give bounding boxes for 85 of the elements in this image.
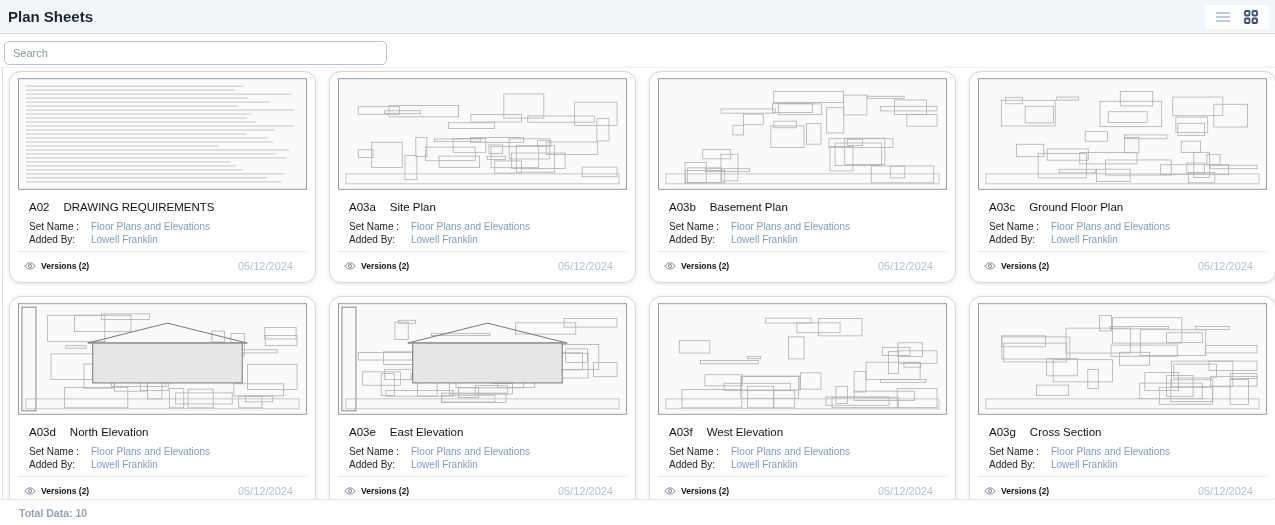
field-label: Set Name : xyxy=(349,446,401,457)
sheet-name: East Elevation xyxy=(389,426,464,438)
sheet-card[interactable]: A03d North Elevation Set Name : Floor Plans and Elevations Added By: Lowell Franklin Versions (2) 05/12/2024 xyxy=(9,296,316,499)
sheet-name: Site Plan xyxy=(389,201,436,213)
sheet-date: 05/12/2024 xyxy=(877,260,933,272)
field-label: Set Name : xyxy=(669,221,721,232)
versions-link[interactable]: Versions (2) xyxy=(681,261,730,271)
added-by-name: Lowell Franklin xyxy=(91,459,159,470)
sheet-card[interactable]: A03e East Elevation Set Name : Floor Plans and Elevations Added By: Lowell Franklin Versions (2) 05/12/2024 xyxy=(329,296,636,499)
sheet-card[interactable]: A03c Ground Floor Plan Set Name : Floor Plans and Elevations Added By: Lowell Franklin Versions (2) 05/12/2024 xyxy=(969,71,1275,283)
sheet-code: A03c xyxy=(989,201,1016,213)
versions-link[interactable]: Versions (2) xyxy=(361,486,410,496)
sheet-code: A03e xyxy=(349,426,376,438)
sheet-name: North Elevation xyxy=(69,426,149,438)
sheet-date: 05/12/2024 xyxy=(557,260,613,272)
field-label: Added By: xyxy=(349,234,397,245)
versions-link[interactable]: Versions (2) xyxy=(41,261,90,271)
sheet-date: 05/12/2024 xyxy=(237,485,293,497)
set-name: Floor Plans and Elevations xyxy=(91,446,211,457)
sheet-name: DRAWING REQUIREMENTS xyxy=(63,201,215,213)
versions-link[interactable]: Versions (2) xyxy=(1001,261,1050,271)
sheet-code: A03f xyxy=(669,426,693,438)
field-label: Set Name : xyxy=(29,221,81,232)
sheet-name: West Elevation xyxy=(706,426,784,438)
sheet-card[interactable]: A03f West Elevation Set Name : Floor Plans and Elevations Added By: Lowell Franklin Versions (2) 05/12/2024 xyxy=(649,296,956,499)
added-by-name: Lowell Franklin xyxy=(411,234,479,245)
search-field[interactable]: Search xyxy=(4,41,387,65)
added-by-name: Lowell Franklin xyxy=(1051,234,1119,245)
sheet-date: 05/12/2024 xyxy=(1197,260,1253,272)
sheet-card[interactable]: A03a Site Plan Set Name : Floor Plans and Elevations Added By: Lowell Franklin Versions (2) 05/12/2024 xyxy=(329,71,636,283)
eye-icon xyxy=(664,487,676,495)
versions-link[interactable]: Versions (2) xyxy=(361,261,410,271)
sheet-code: A02 xyxy=(29,201,50,213)
sheet-card[interactable]: A02 DRAWING REQUIREMENTS Set Name : Floor Plans and Elevations Added By: Lowell Franklin Versions (2) 05/12/2024 xyxy=(9,71,316,283)
set-name: Floor Plans and Elevations xyxy=(731,446,851,457)
sheet-code: A03a xyxy=(349,201,376,213)
sheet-date: 05/12/2024 xyxy=(557,485,613,497)
sheet-date: 05/12/2024 xyxy=(877,485,933,497)
set-name: Floor Plans and Elevations xyxy=(91,221,211,232)
sheet-card[interactable]: A03b Basement Plan Set Name : Floor Plans and Elevations Added By: Lowell Franklin Versions (2) 05/12/2024 xyxy=(649,71,956,283)
field-label: Added By: xyxy=(989,459,1037,470)
field-label: Added By: xyxy=(669,459,717,470)
set-name: Floor Plans and Elevations xyxy=(731,221,851,232)
eye-icon xyxy=(24,487,36,495)
sheet-code: A03b xyxy=(669,201,696,213)
added-by-name: Lowell Franklin xyxy=(731,234,799,245)
eye-icon xyxy=(984,262,996,270)
sheet-name: Basement Plan xyxy=(709,201,788,213)
set-name: Floor Plans and Elevations xyxy=(1051,221,1171,232)
field-label: Set Name : xyxy=(989,446,1041,457)
eye-icon xyxy=(984,487,996,495)
page-title: Plan Sheets xyxy=(8,8,94,25)
set-name: Floor Plans and Elevations xyxy=(1051,446,1171,457)
added-by-name: Lowell Franklin xyxy=(91,234,159,245)
field-label: Set Name : xyxy=(29,446,81,457)
set-name: Floor Plans and Elevations xyxy=(411,446,531,457)
eye-icon xyxy=(344,487,356,495)
versions-link[interactable]: Versions (2) xyxy=(41,486,90,496)
eye-icon xyxy=(24,262,36,270)
sheet-name: Cross Section xyxy=(1029,426,1102,438)
list-icon xyxy=(1215,10,1231,23)
field-label: Set Name : xyxy=(349,221,401,232)
field-label: Set Name : xyxy=(669,446,721,457)
sheet-date: 05/12/2024 xyxy=(1197,485,1253,497)
field-label: Added By: xyxy=(989,234,1037,245)
added-by-name: Lowell Franklin xyxy=(1051,459,1119,470)
eye-icon xyxy=(344,262,356,270)
sheet-code: A03d xyxy=(29,426,56,438)
sheet-date: 05/12/2024 xyxy=(237,260,293,272)
total-count: Total Data: 10 xyxy=(19,506,88,519)
added-by-name: Lowell Franklin xyxy=(411,459,479,470)
field-label: Set Name : xyxy=(989,221,1041,232)
versions-link[interactable]: Versions (2) xyxy=(1001,486,1050,496)
field-label: Added By: xyxy=(669,234,717,245)
sheet-card[interactable]: A03g Cross Section Set Name : Floor Plans and Elevations Added By: Lowell Franklin Versions (2) 05/12/2024 xyxy=(969,296,1275,499)
grid-icon xyxy=(1244,9,1258,24)
eye-icon xyxy=(664,262,676,270)
field-label: Added By: xyxy=(29,459,77,470)
field-label: Added By: xyxy=(29,234,77,245)
versions-link[interactable]: Versions (2) xyxy=(681,486,730,496)
added-by-name: Lowell Franklin xyxy=(731,459,799,470)
field-label: Added By: xyxy=(349,459,397,470)
sheet-name: Ground Floor Plan xyxy=(1029,201,1124,213)
sheet-code: A03g xyxy=(989,426,1016,438)
set-name: Floor Plans and Elevations xyxy=(411,221,531,232)
